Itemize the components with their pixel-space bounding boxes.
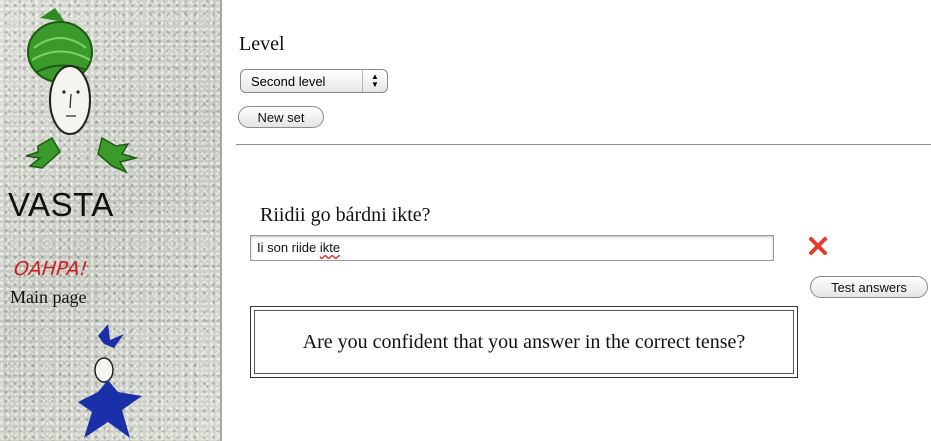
answer-input[interactable]: Ii son riide ikte (250, 235, 774, 261)
question-text: Riidii go bárdni ikte? (260, 204, 431, 226)
answer-text: Ii son riide (257, 240, 320, 255)
app-title: VASTA (8, 186, 114, 223)
new-set-button[interactable]: New set (238, 106, 324, 128)
feedback-message: Are you confident that you answer in the… (254, 310, 794, 374)
level-select[interactable]: Second level ▲ ▼ (240, 69, 388, 93)
answer-misspelled-word: ikte (319, 240, 341, 255)
level-label: Level (239, 33, 285, 55)
main-page-link[interactable]: Main page (10, 287, 86, 308)
horizontal-divider (236, 144, 931, 145)
feedback-box: Are you confident that you answer in the… (250, 306, 798, 378)
level-select-value: Second level (251, 73, 326, 89)
star-figure-illustration (78, 324, 142, 438)
wrong-answer-x-icon (809, 237, 827, 255)
oahpa-link[interactable]: OAHPA! (13, 258, 89, 280)
select-arrows-icon: ▲ ▼ (362, 70, 387, 92)
test-answers-button[interactable]: Test answers (810, 276, 928, 298)
hat-mascot-logo (25, 8, 139, 174)
sidebar: VASTA OAHPA! Main page (0, 0, 222, 441)
sidebar-divider (220, 0, 222, 441)
